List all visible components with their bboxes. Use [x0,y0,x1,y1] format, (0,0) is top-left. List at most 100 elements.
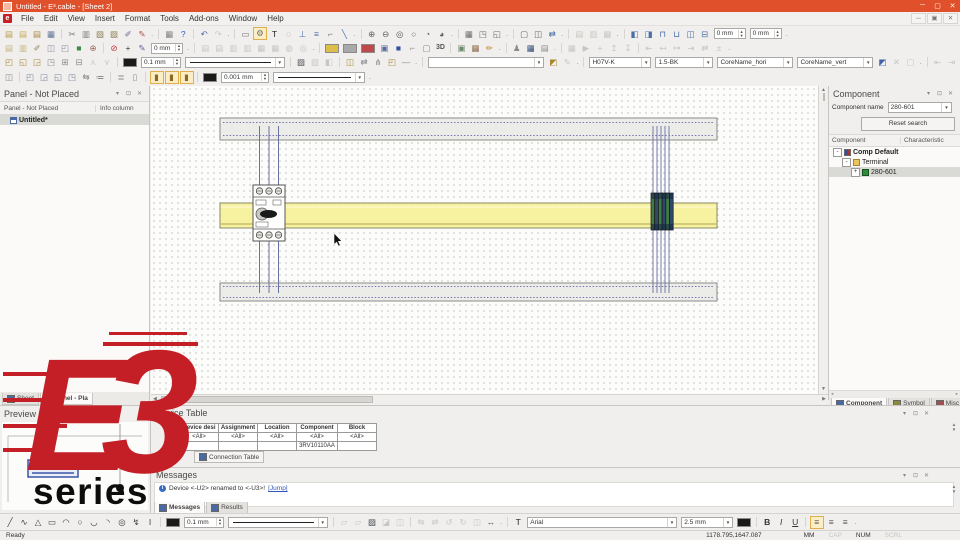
redline-icon[interactable]: ✎ [136,28,149,40]
align-top-icon[interactable]: ⊓ [656,28,669,40]
frame-4-icon[interactable]: ▥ [241,42,254,54]
table-cell[interactable]: <All> [297,433,338,442]
match-icon[interactable]: ± [712,42,725,54]
table-cell[interactable]: <All> [219,433,258,442]
font-family-combo[interactable]: Arial ▼ [527,516,678,528]
fill-icon[interactable]: ◧ [323,56,336,68]
format-painter-icon[interactable]: ✐ [122,28,135,40]
draw-circle-icon[interactable]: ○ [74,516,87,528]
junction-icon[interactable]: ⋔ [372,56,385,68]
column-header[interactable]: Component [297,423,338,433]
open-icon[interactable]: ▤ [17,28,30,40]
circle-ref2-icon[interactable]: ◎ [297,42,310,54]
open-project-icon[interactable]: ▤ [31,28,44,40]
yellow-layer-swatch[interactable] [325,43,340,53]
chevron-down-icon[interactable]: ▼ [666,517,676,527]
level-icon[interactable]: ≣ [115,71,128,83]
corner-icon[interactable]: ⌐ [324,28,337,40]
add-row-icon[interactable]: + [593,42,606,54]
scroll-down-icon[interactable]: ▼ [821,385,826,393]
drawing-canvas[interactable] [151,86,818,394]
column-header[interactable]: Location [258,423,297,433]
insert-subsheet-icon[interactable]: ▥ [17,42,30,54]
hatch-light-icon[interactable]: ▧ [309,56,322,68]
dock-menu-button[interactable]: ▾ [899,472,910,479]
spinner-buttons[interactable]: ▲ ▼ [173,58,180,66]
autoconnect-icon[interactable]: ◫ [344,56,357,68]
zoom-previous-icon[interactable]: ◔ [421,28,434,40]
database-icon[interactable]: ▦ [524,42,537,54]
frame-2-icon[interactable]: ▤ [213,42,226,54]
balloon-a-icon[interactable]: ◰ [24,71,37,83]
wire-type-combo[interactable]: H07V-K ▼ [589,56,652,68]
dash-tool-icon[interactable]: — [400,56,413,68]
scroll-thumb[interactable] [160,395,373,403]
tree-expander-icon[interactable]: - [842,157,851,167]
stamp-icon[interactable]: ✐ [31,42,44,54]
split-window-icon[interactable]: ◫ [532,28,545,40]
sync-icon[interactable]: ⇄ [698,42,711,54]
precision-spinner[interactable]: 0.001 mm ▲ ▼ [221,71,269,83]
frame-5-icon[interactable]: ▦ [255,42,268,54]
place-group-icon[interactable]: ◰ [59,42,72,54]
dock-close-button[interactable]: ✕ [134,90,145,97]
text-tool-icon[interactable]: T [268,28,281,40]
bold-icon[interactable]: B [761,516,774,528]
draw-style-combo[interactable]: ▼ [228,516,328,528]
dock-menu-button[interactable]: ▾ [899,410,910,417]
help-icon[interactable]: ? [177,28,190,40]
frame-3-icon[interactable]: ▥ [227,42,240,54]
blue-cube-icon[interactable]: ■ [392,42,405,54]
corename-vert-combo[interactable]: CoreName_vert ▼ [797,56,874,68]
draw-width-spinner[interactable]: 0.1 mm ▲ ▼ [184,516,224,528]
wire-fork2-icon[interactable]: ⋎ [101,56,114,68]
column-info[interactable]: Info column [96,105,149,112]
tree-expander-icon[interactable]: - [833,147,842,157]
chevron-down-icon[interactable]: ▼ [783,57,792,67]
tree-expander-icon[interactable]: + [851,167,860,177]
jump-link[interactable]: [Jump] [268,485,288,492]
menu-view[interactable]: View [63,14,90,23]
mdi-restore-button[interactable]: ▣ [927,13,942,24]
scroll-left-icon[interactable]: ◂ [831,391,833,397]
balloon-b-icon[interactable]: ◲ [38,71,51,83]
annotate-icon[interactable]: ✏ [483,42,496,54]
undo-icon[interactable]: ↶ [198,28,211,40]
column-header[interactable]: Block [338,423,377,433]
align-right-icon[interactable]: ◨ [642,28,655,40]
top-wire-duct[interactable] [219,117,718,141]
circle-ref-icon[interactable]: ◍ [283,42,296,54]
reroute-icon[interactable]: ⇄ [358,56,371,68]
scroll-thumb[interactable] [822,93,825,101]
duct-tool-icon[interactable]: ▯ [129,71,142,83]
tree-item-terminal[interactable]: - Terminal [829,157,960,167]
corename-hori-combo[interactable]: CoreName_hori ▼ [717,56,794,68]
mirror-icon[interactable]: ◫ [471,516,484,528]
mount-duct-icon[interactable]: ▮ [164,70,179,84]
jump-next-icon[interactable]: ↦ [670,42,683,54]
pin-gray-icon[interactable]: ◳ [45,56,58,68]
chevron-down-icon[interactable]: ▼ [317,517,327,527]
node-icon[interactable]: ◌ [282,28,295,40]
text-color-swatch[interactable] [737,517,752,527]
menu-help[interactable]: Help [262,14,288,23]
dock-pin-button[interactable]: ⊡ [934,90,945,97]
row-selector[interactable]: ⚙ [166,433,180,442]
redo-icon[interactable]: ↷ [212,28,225,40]
core-colors-icon[interactable]: ◩ [876,56,889,68]
scroll-right-icon[interactable]: ▸ [956,391,958,397]
layer-list-icon[interactable]: ▥ [587,28,600,40]
ungroup-icon[interactable]: ▱ [352,516,365,528]
line-width-spinner[interactable]: 0.1 mm ▲ ▼ [141,56,181,68]
slot-icon[interactable]: ⌐ [406,42,419,54]
green-block-icon[interactable]: ■ [73,42,86,54]
draw-spline-icon[interactable]: ↯ [130,516,143,528]
table-view-icon[interactable]: ▦ [565,42,578,54]
hatch-icon[interactable]: ▨ [295,56,308,68]
draw-dim-icon[interactable]: I [144,516,157,528]
column-header[interactable]: Assignment [219,423,258,433]
dock-pin-button[interactable]: ⊡ [910,472,921,479]
group-icon[interactable]: ▱ [338,516,351,528]
chevron-down-icon[interactable]: ▼ [641,57,650,67]
select-area-icon[interactable]: ▭ [239,28,252,40]
